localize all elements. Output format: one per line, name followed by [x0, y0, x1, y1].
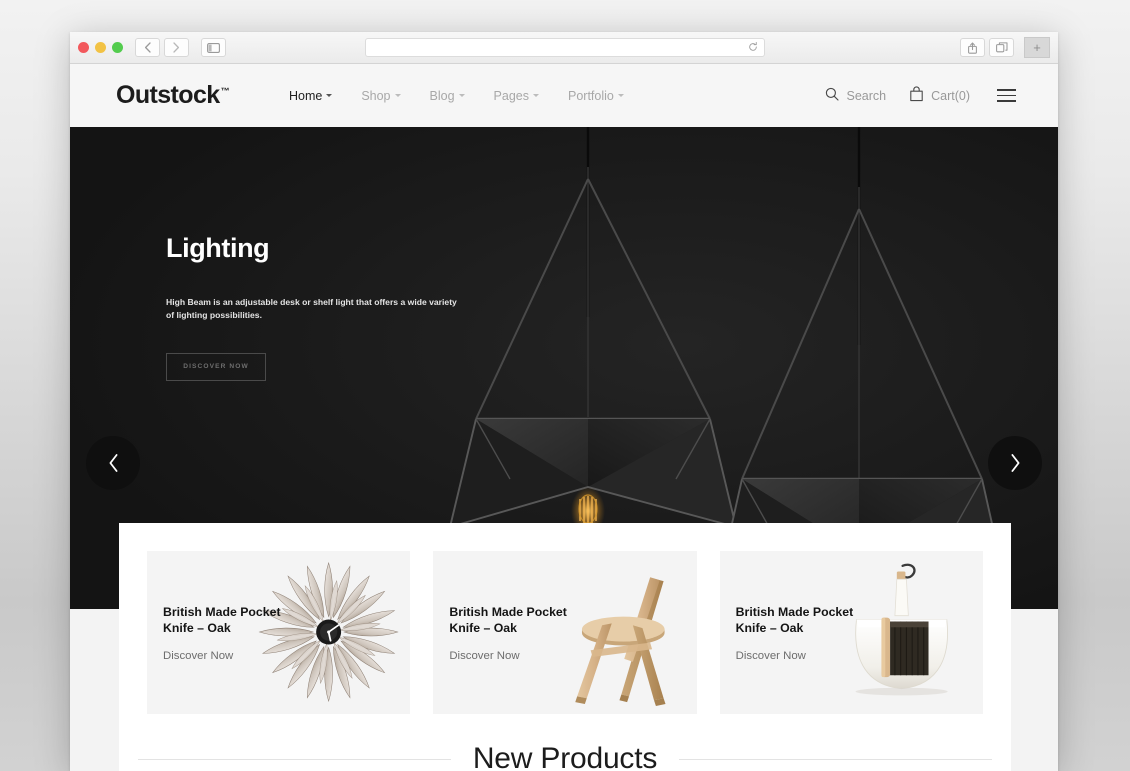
chevron-down-icon	[533, 94, 539, 97]
sidebar-toggle-button[interactable]	[201, 38, 226, 57]
search-icon	[825, 87, 840, 104]
divider-right	[679, 758, 992, 760]
nav-label-home: Home	[288, 88, 323, 103]
nav-item-home[interactable]: Home	[288, 88, 333, 103]
nav-label-portfolio: Portfolio	[568, 88, 614, 103]
promo-text-3: British Made Pocket Knife – Oak Discover…	[736, 604, 868, 662]
nav-item-blog[interactable]: Blog	[430, 89, 465, 103]
slider-prev-button[interactable]	[86, 436, 140, 490]
forward-button[interactable]	[164, 38, 189, 57]
promo-cards-panel: British Made Pocket Knife – Oak Discover…	[119, 523, 1011, 742]
cart-label: Cart(0)	[931, 88, 970, 103]
menu-bar	[997, 94, 1016, 97]
minimize-window-button[interactable]	[95, 42, 106, 53]
menu-icon[interactable]	[997, 89, 1016, 102]
browser-window: + Outstock™ Home Shop Blog Pages Portfol…	[70, 32, 1058, 771]
nav-label-shop: Shop	[361, 88, 391, 103]
browser-right-actions: +	[960, 37, 1050, 58]
nav-label-blog: Blog	[429, 88, 455, 103]
hero-title: Lighting	[166, 233, 270, 263]
nav-item-shop[interactable]: Shop	[361, 88, 401, 103]
chevron-down-icon	[458, 94, 465, 97]
main-navigation: Home Shop Blog Pages Portfolio	[289, 89, 624, 103]
share-button[interactable]	[960, 38, 985, 57]
promo-card-3[interactable]: British Made Pocket Knife – Oak Discover…	[719, 551, 983, 714]
promo-card-2[interactable]: British Made Pocket Knife – Oak Discover…	[433, 551, 697, 714]
promo-card-1[interactable]: British Made Pocket Knife – Oak Discover…	[147, 551, 411, 714]
brand-logo-text: Outstock	[116, 81, 220, 109]
site-header: Outstock™ Home Shop Blog Pages Portfolio…	[70, 64, 1058, 127]
chevron-down-icon	[617, 94, 624, 97]
promo-text-2: British Made Pocket Knife – Oak Discover…	[449, 604, 581, 662]
menu-bar	[997, 99, 1016, 102]
promo-link-3[interactable]: Discover Now	[736, 650, 868, 662]
search-label: Search	[846, 88, 887, 103]
promo-title-3: British Made Pocket Knife – Oak	[735, 605, 854, 636]
chevron-down-icon	[394, 94, 401, 97]
promo-text-1: British Made Pocket Knife – Oak Discover…	[163, 604, 295, 662]
browser-nav-group	[135, 38, 193, 57]
page-viewport: Outstock™ Home Shop Blog Pages Portfolio…	[70, 64, 1058, 771]
promo-title-2: British Made Pocket Knife – Oak	[449, 605, 567, 636]
divider-left	[138, 758, 451, 760]
new-tab-button[interactable]: +	[1024, 37, 1050, 58]
header-actions: Search Cart(0)	[825, 86, 1016, 105]
tab-overview-button[interactable]	[989, 38, 1014, 57]
menu-bar	[997, 89, 1016, 92]
promo-title-1: British Made Pocket Knife – Oak	[163, 605, 281, 636]
promo-link-1[interactable]: Discover Now	[163, 650, 295, 662]
nav-item-pages[interactable]: Pages	[494, 89, 539, 103]
zoom-window-button[interactable]	[112, 42, 123, 53]
address-bar[interactable]	[365, 38, 765, 57]
window-traffic-lights	[78, 42, 123, 53]
hero-description: High Beam is an adjustable desk or shelf…	[166, 297, 457, 321]
sidebar-toggle-group	[201, 38, 230, 57]
reload-icon[interactable]	[748, 39, 758, 57]
brand-logo[interactable]: Outstock™	[116, 81, 230, 110]
back-button[interactable]	[135, 38, 160, 57]
promo-link-2[interactable]: Discover Now	[449, 650, 581, 662]
shopping-bag-icon	[909, 86, 924, 105]
cart-button[interactable]: Cart(0)	[909, 86, 970, 105]
slider-next-button[interactable]	[988, 436, 1042, 490]
nav-label-pages: Pages	[493, 88, 529, 103]
new-products-heading: New Products	[472, 742, 658, 771]
browser-toolbar: +	[70, 32, 1058, 64]
hero-copy: Lighting High Beam is an adjustable desk…	[166, 233, 486, 381]
chevron-down-icon	[326, 94, 333, 97]
brand-trademark-icon: ™	[220, 85, 230, 96]
close-window-button[interactable]	[78, 42, 89, 53]
search-button[interactable]: Search	[825, 87, 886, 104]
new-products-section: New Products	[119, 742, 1011, 771]
nav-item-portfolio[interactable]: Portfolio	[568, 89, 624, 103]
discover-now-button[interactable]: DISCOVER NOW	[166, 352, 266, 381]
